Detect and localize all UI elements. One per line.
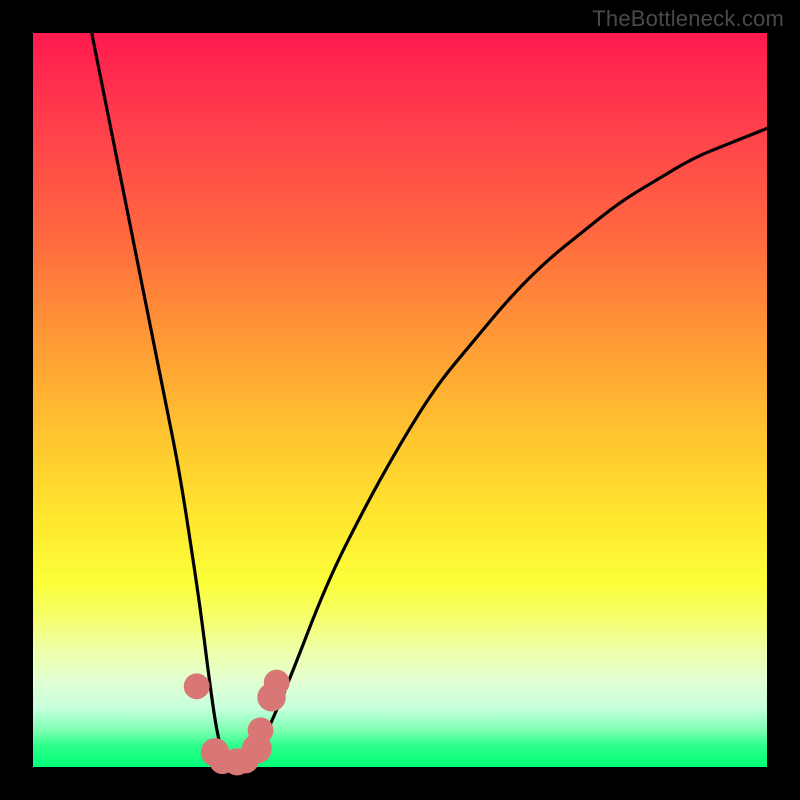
- data-marker: [184, 673, 210, 699]
- data-marker: [264, 670, 290, 696]
- plot-area: [33, 33, 767, 767]
- chart-frame: TheBottleneck.com: [0, 0, 800, 800]
- bottleneck-chart: [33, 33, 767, 767]
- bottleneck-curve: [92, 33, 767, 767]
- data-marker: [248, 717, 274, 743]
- watermark-label: TheBottleneck.com: [592, 6, 784, 32]
- data-markers: [184, 670, 290, 776]
